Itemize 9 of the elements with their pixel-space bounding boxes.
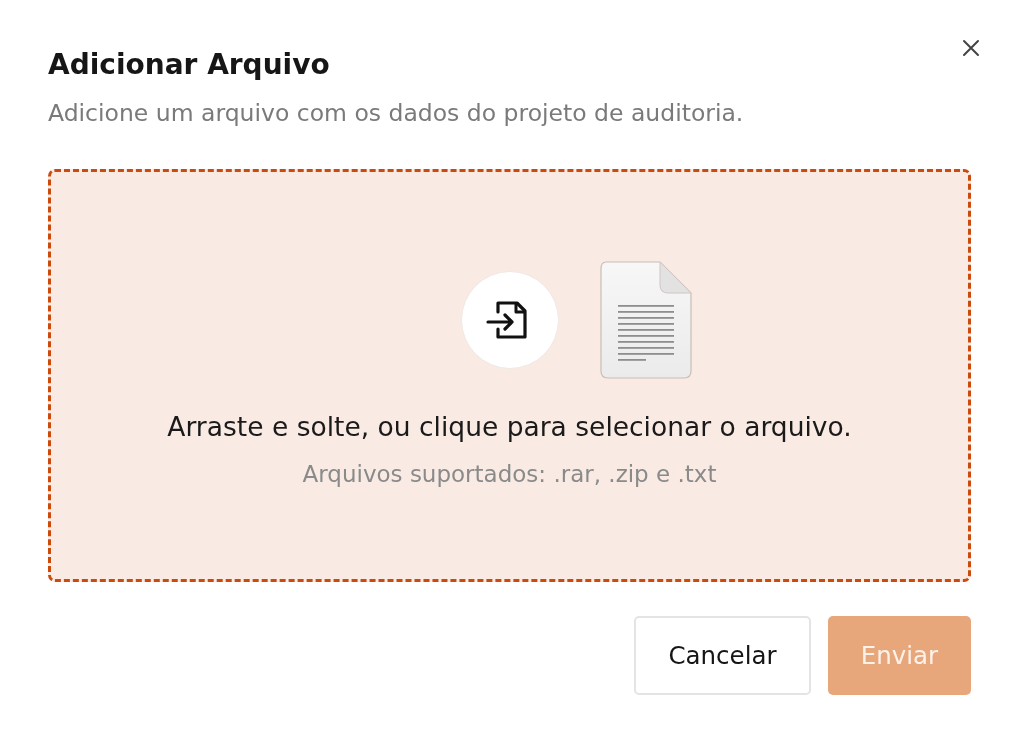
file-import-icon (460, 271, 559, 369)
close-icon[interactable] (961, 38, 981, 58)
dropzone-instruction: Arraste e solte, ou clique para selecionar o arquivo. (167, 411, 852, 443)
dialog-title: Adicionar Arquivo (48, 47, 330, 83)
dialog-subtitle: Adicione um arquivo com os dados do projeto de auditoria. (48, 98, 744, 128)
cancel-button[interactable]: Cancelar (634, 616, 811, 695)
file-dropzone[interactable]: Arraste e solte, ou clique para selecionar o arquivo. Arquivos suportados: .rar, .zip e .txt (48, 169, 971, 582)
document-icon (599, 261, 692, 379)
supported-formats-text: Arquivos suportados: .rar, .zip e .txt (302, 460, 717, 488)
